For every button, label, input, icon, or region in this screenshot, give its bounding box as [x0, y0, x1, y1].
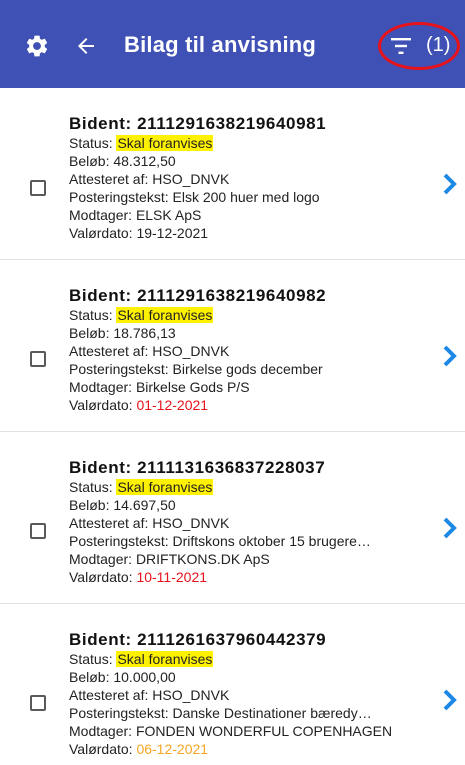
attested-line: Attesteret af: HSO_DNVK [69, 687, 230, 703]
value-date-line: Valørdato: 01-12-2021 [69, 397, 209, 413]
value-date: 10-11-2021 [136, 569, 208, 585]
value-date: 01-12-2021 [136, 397, 209, 413]
page-title: Bilag til anvisning [124, 32, 317, 57]
receiver-line: Modtager: FONDEN WONDERFUL COPENHAGEN [69, 723, 393, 739]
chevron-right-icon[interactable] [442, 172, 458, 196]
item-details: Bident: 2111131636837228037 Status: Skal… [69, 432, 439, 586]
chevron-right-icon[interactable] [442, 688, 458, 712]
list-item: Bident: 2111291638219640982 Status: Skal… [0, 260, 465, 432]
posting-text-line: Posteringstekst: Driftskons oktober 15 b… [69, 533, 371, 549]
status-badge: Skal foranvises [116, 135, 214, 151]
value-date: 19-12-2021 [136, 225, 209, 241]
bident-title: Bident: 2111291638219640981 [69, 114, 327, 133]
chevron-right-icon[interactable] [442, 344, 458, 368]
status-line: Status: Skal foranvises [69, 307, 214, 323]
posting-text-line: Posteringstekst: Danske Destinationer bæ… [69, 705, 372, 721]
bident-title: Bident: 2111291638219640982 [69, 286, 327, 305]
status-line: Status: Skal foranvises [69, 135, 214, 151]
list-item: Bident: 2111291638219640981 Status: Skal… [0, 88, 465, 260]
receiver-line: Modtager: DRIFTKONS.DK ApS [69, 551, 270, 567]
amount-line: Beløb: 14.697,50 [69, 497, 176, 513]
select-checkbox[interactable] [30, 695, 46, 711]
chevron-right-icon[interactable] [442, 516, 458, 540]
gear-icon[interactable] [24, 33, 50, 59]
list-item: Bident: 2111261637960442379 Status: Skal… [0, 604, 465, 765]
attested-line: Attesteret af: HSO_DNVK [69, 515, 230, 531]
attested-line: Attesteret af: HSO_DNVK [69, 343, 230, 359]
attested-line: Attesteret af: HSO_DNVK [69, 171, 230, 187]
posting-text-line: Posteringstekst: Birkelse gods december [69, 361, 323, 377]
amount-line: Beløb: 48.312,50 [69, 153, 176, 169]
amount-line: Beløb: 18.786,13 [69, 325, 176, 341]
amount-line: Beløb: 10.000,00 [69, 669, 176, 685]
status-line: Status: Skal foranvises [69, 479, 214, 495]
status-badge: Skal foranvises [116, 479, 214, 495]
voucher-list: Bident: 2111291638219640981 Status: Skal… [0, 88, 465, 765]
value-date-line: Valørdato: 06-12-2021 [69, 741, 209, 757]
receiver-line: Modtager: ELSK ApS [69, 207, 202, 223]
value-date: 06-12-2021 [136, 741, 209, 757]
highlight-circle [378, 22, 460, 70]
app-bar: Bilag til anvisning (1) [0, 0, 465, 88]
select-checkbox[interactable] [30, 180, 46, 196]
receiver-line: Modtager: Birkelse Gods P/S [69, 379, 250, 395]
item-details: Bident: 2111291638219640981 Status: Skal… [69, 88, 439, 242]
list-item: Bident: 2111131636837228037 Status: Skal… [0, 432, 465, 604]
status-line: Status: Skal foranvises [69, 651, 214, 667]
posting-text-line: Posteringstekst: Elsk 200 huer med logo [69, 189, 320, 205]
item-details: Bident: 2111261637960442379 Status: Skal… [69, 604, 439, 758]
select-checkbox[interactable] [30, 351, 46, 367]
bident-title: Bident: 2111261637960442379 [69, 630, 327, 649]
status-badge: Skal foranvises [116, 651, 214, 667]
item-details: Bident: 2111291638219640982 Status: Skal… [69, 260, 439, 414]
value-date-line: Valørdato: 19-12-2021 [69, 225, 209, 241]
select-checkbox[interactable] [30, 523, 46, 539]
status-badge: Skal foranvises [116, 307, 214, 323]
value-date-line: Valørdato: 10-11-2021 [69, 569, 208, 585]
back-arrow-icon[interactable] [74, 34, 98, 58]
bident-title: Bident: 2111131636837228037 [69, 458, 326, 477]
